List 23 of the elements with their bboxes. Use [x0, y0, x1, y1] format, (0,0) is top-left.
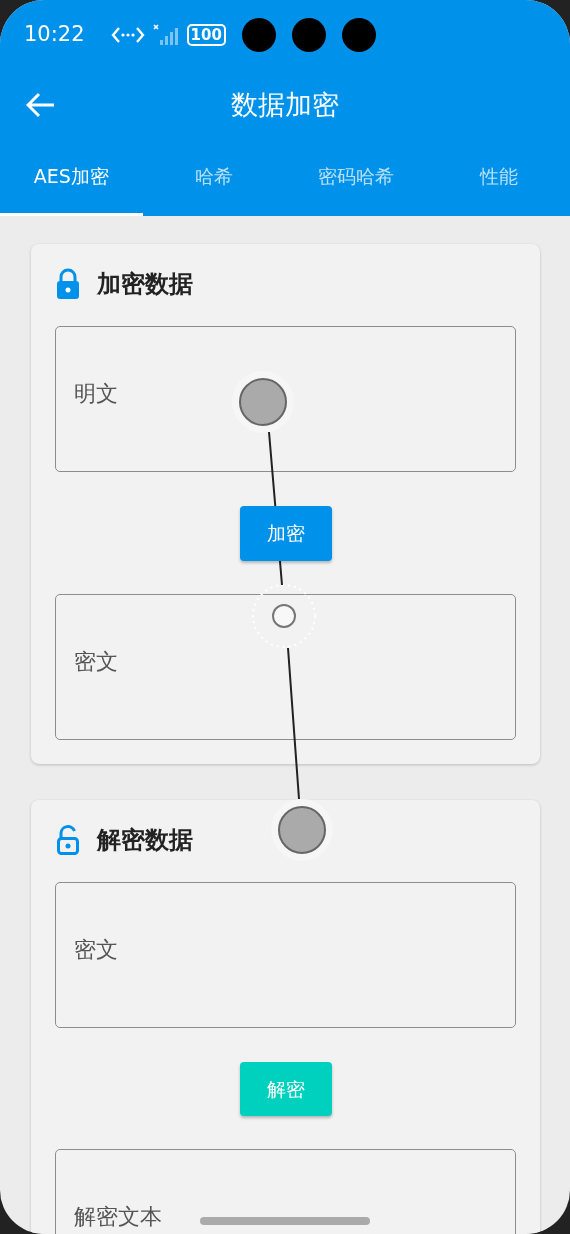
tab[interactable]: AES加密 — [0, 140, 143, 216]
text-field[interactable]: 解密文本 — [55, 1149, 516, 1234]
tab[interactable]: 性能 — [427, 140, 570, 216]
lock-icon — [55, 268, 81, 300]
tab[interactable]: 密码哈希 — [285, 140, 428, 216]
screen-title: 数据加密 — [230, 87, 340, 122]
signal-icon — [152, 24, 181, 46]
text-field[interactable]: 密文 — [55, 593, 516, 740]
camera-cutout — [291, 18, 326, 52]
data-transfer-icon — [110, 25, 145, 45]
tab[interactable]: 哈希 — [142, 140, 285, 216]
section-title: 解密数据 — [97, 824, 193, 856]
status-time: 10:22 — [24, 21, 85, 49]
camera-cutout — [341, 18, 376, 52]
unlocked-lock-icon — [55, 823, 81, 856]
action-button[interactable]: 解密 — [239, 1061, 332, 1116]
text-field[interactable]: 明文 — [55, 326, 516, 472]
action-button[interactable]: 加密 — [239, 506, 332, 561]
back-arrow-icon[interactable] — [26, 92, 56, 118]
camera-cutout — [241, 18, 276, 52]
battery-level: 100 — [186, 24, 226, 46]
text-field[interactable]: 密文 — [55, 881, 516, 1028]
section-title: 加密数据 — [97, 269, 193, 300]
